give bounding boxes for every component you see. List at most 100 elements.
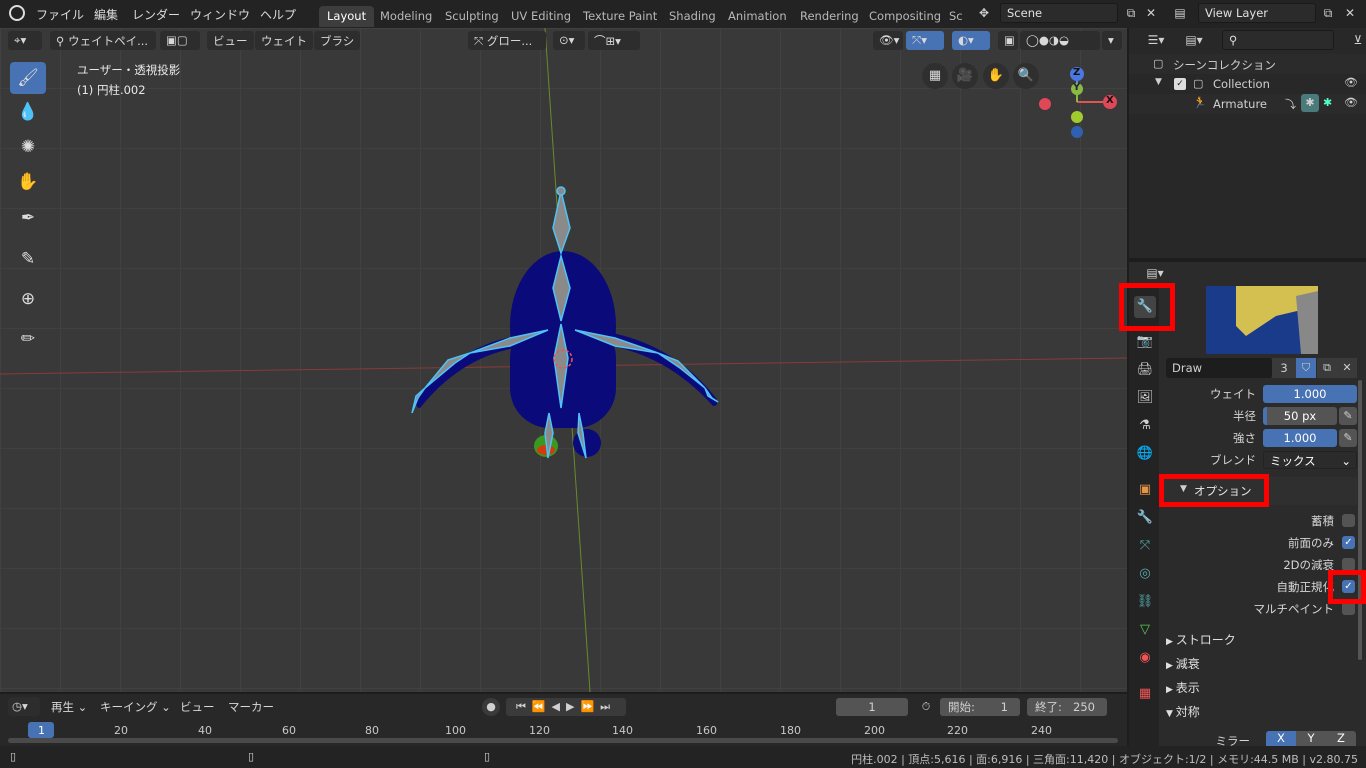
front-faces-checkbox[interactable]: ✓ [1342,536,1355,549]
mirror-y-toggle[interactable]: Y [1296,731,1326,746]
average-tool-icon[interactable]: ✺ [10,131,46,163]
tab-texture-paint[interactable]: Texture Paint [575,6,665,27]
draw-brush-icon[interactable]: 🖌 [10,62,46,94]
properties-editor-type-icon[interactable]: ▤▾ [1140,264,1170,282]
blender-logo-icon[interactable] [9,5,25,21]
pan-view-icon[interactable]: ✋ [983,63,1009,89]
pose-icon[interactable]: ⤵ [1285,96,1296,112]
expand-arrow-icon[interactable]: ▼ [1155,77,1162,87]
display-mode-icon[interactable]: ▤▾ [1178,31,1210,49]
cursor-tool-icon[interactable]: ⊕ [10,283,46,315]
material-tab-icon[interactable]: ◉ [1134,647,1156,669]
outliner-search-input[interactable]: ⚲ [1222,30,1334,50]
tab-animation[interactable]: Animation [720,6,795,27]
radius-field[interactable]: 50 px [1263,407,1337,425]
menu-edit[interactable]: 編集 [94,6,118,23]
3d-viewport[interactable] [0,28,1127,692]
particles-tab-icon[interactable]: ⤧ [1134,535,1156,557]
scene-name-field[interactable]: Scene [1000,3,1118,23]
shading-options-icon[interactable]: ▾ [1102,31,1122,50]
armature-data-icon[interactable]: ✱ [1301,94,1319,112]
eye-icon[interactable]: 👁 [1344,96,1358,109]
ortho-toggle-icon[interactable]: ▦ [922,63,948,89]
brush-preview-image[interactable] [1206,286,1318,354]
physics-tab-icon[interactable]: ◎ [1134,563,1156,585]
brush-users-count[interactable]: 3 [1272,358,1296,378]
view-layer-field[interactable]: View Layer [1198,3,1316,23]
pivot-point-icon[interactable]: ⊙▾ [553,31,585,50]
output-tab-icon[interactable]: 🖨 [1134,359,1156,381]
overlay-toggle-icon[interactable]: ◐▾ [952,31,990,50]
marker-menu[interactable]: マーカー [228,699,274,715]
mode-selector[interactable]: ⚲ ウェイトペイ... [50,31,156,50]
world-tab-icon[interactable]: 🌐 [1134,443,1156,465]
properties-scrollbar[interactable] [1358,380,1362,660]
orientation-selector[interactable]: ⤧ グロー... [468,31,546,50]
outliner-row-armature[interactable]: 🏃 Armature ⤵ ✱ ✱ 👁 [1129,94,1366,114]
scene-selector-icon[interactable]: ✥ [974,4,994,22]
shading-modes[interactable]: ◯●◑◒ [1020,31,1100,50]
snap-icon[interactable]: ⌒⊞▾ [588,31,640,50]
radius-pressure-icon[interactable]: ✎ [1339,407,1357,425]
strength-pressure-icon[interactable]: ✎ [1339,429,1357,447]
preview-range-icon[interactable]: ⏱ [917,698,935,716]
mirror-z-toggle[interactable]: Z [1326,731,1356,746]
keying-menu[interactable]: キーイング ⌄ [100,699,171,715]
menu-weight[interactable]: ウェイト [255,31,313,50]
outliner-row-scene-collection[interactable]: ▢ シーンコレクション [1129,54,1366,74]
weight-field[interactable]: 1.000 [1263,385,1357,403]
menu-render[interactable]: レンダー [132,6,180,23]
timeline-scrollbar[interactable] [8,738,1118,743]
tab-shading[interactable]: Shading [661,6,724,27]
record-button[interactable]: ● [482,698,500,716]
new-view-layer-icon[interactable]: ⧉ [1318,4,1338,22]
visibility-icon[interactable]: 👁▾ [873,31,903,50]
modifier-tab-icon[interactable]: 🔧 [1134,507,1156,529]
current-frame-field[interactable]: 1 [836,698,908,716]
tab-rendering[interactable]: Rendering [792,6,867,27]
menu-brush[interactable]: ブラシ [314,31,361,50]
navigation-gizmo[interactable]: Z Y X [1036,64,1120,140]
delete-view-layer-icon[interactable]: ✕ [1340,4,1360,22]
display-panel-header[interactable]: ▶ 表示 [1166,679,1200,696]
timeline-view-menu[interactable]: ビュー [180,699,215,715]
sample-weight-icon[interactable]: ✎ [10,243,46,275]
bone-icon[interactable]: ✱ [1323,96,1332,109]
editor-type-button[interactable]: ⌖▾ [8,31,42,50]
menu-help[interactable]: ヘルプ [260,6,296,23]
blur-tool-icon[interactable]: 💧 [10,96,46,128]
mirror-x-toggle[interactable]: X [1266,731,1296,746]
stroke-panel-header[interactable]: ▶ ストローク [1166,631,1236,648]
data-tab-icon[interactable]: ▽ [1134,619,1156,641]
render-tab-icon[interactable]: 📷 [1134,331,1156,353]
delete-scene-icon[interactable]: ✕ [1141,4,1161,22]
view-layer-icon[interactable]: ▤ [1170,4,1190,22]
tab-uv-editing[interactable]: UV Editing [503,6,579,27]
accumulate-checkbox[interactable] [1342,514,1355,527]
blend-dropdown[interactable]: ミックス ⌄ [1263,451,1357,469]
strength-field[interactable]: 1.000 [1263,429,1337,447]
playback-controls[interactable]: ⏮⏪◀▶⏩⏭ [506,698,626,716]
pivot-toggle[interactable]: ▣▢ [160,31,200,50]
smear-tool-icon[interactable]: ✋ [10,166,46,198]
brush-name-field[interactable]: Draw [1166,358,1272,378]
menu-window[interactable]: ウィンドウ [190,6,250,23]
scene-tab-icon[interactable]: ⚗ [1134,415,1156,437]
start-frame-field[interactable]: 開始: 1 [940,698,1020,716]
end-frame-field[interactable]: 終了: 250 [1027,698,1107,716]
outliner-editor-type-icon[interactable]: ☰▾ [1140,31,1172,49]
tab-compositing[interactable]: Compositing [861,6,949,27]
filter-icon[interactable]: ⊻ [1348,31,1366,49]
menu-file[interactable]: ファイル [36,6,84,23]
tab-layout[interactable]: Layout [319,6,375,27]
falloff-panel-header[interactable]: ▶ 減衰 [1166,655,1200,672]
menu-view[interactable]: ビュー [207,31,254,50]
object-tab-icon[interactable]: ▣ [1134,479,1156,501]
fake-user-shield-icon[interactable]: ⛉ [1296,358,1316,378]
duplicate-brush-icon[interactable]: ⧉ [1317,358,1337,378]
camera-view-icon[interactable]: 🎥 [952,63,978,89]
tab-scripting[interactable]: Sc [943,6,965,27]
playback-menu[interactable]: 再生 ⌄ [51,699,87,715]
unlink-brush-icon[interactable]: ✕ [1337,358,1357,378]
outliner-row-collection[interactable]: ▼ ✓ ▢ Collection 👁 [1129,74,1366,94]
